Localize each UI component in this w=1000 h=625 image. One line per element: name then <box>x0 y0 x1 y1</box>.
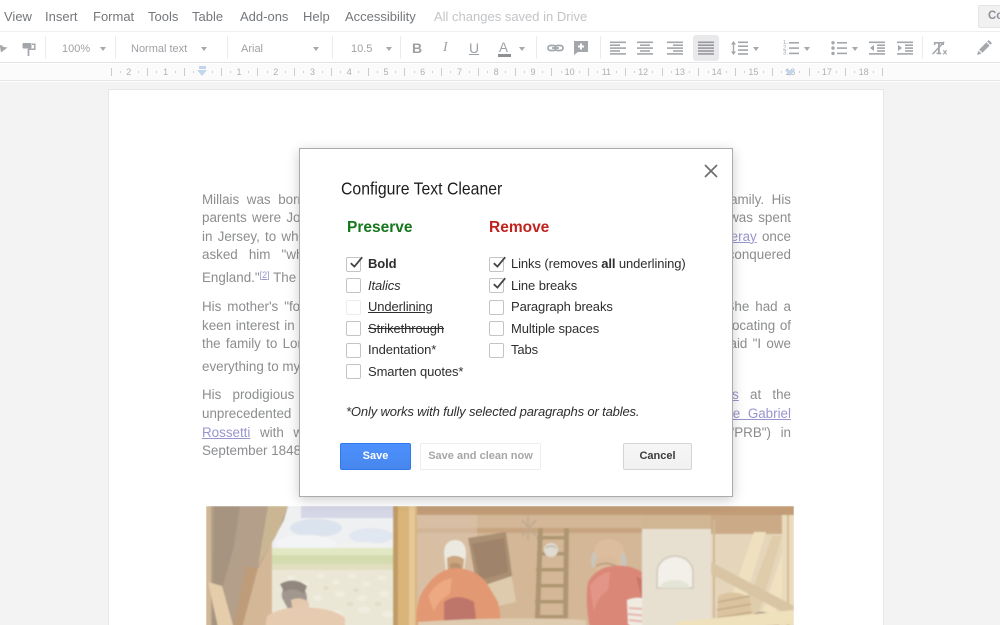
svg-text:3.: 3. <box>783 51 788 57</box>
